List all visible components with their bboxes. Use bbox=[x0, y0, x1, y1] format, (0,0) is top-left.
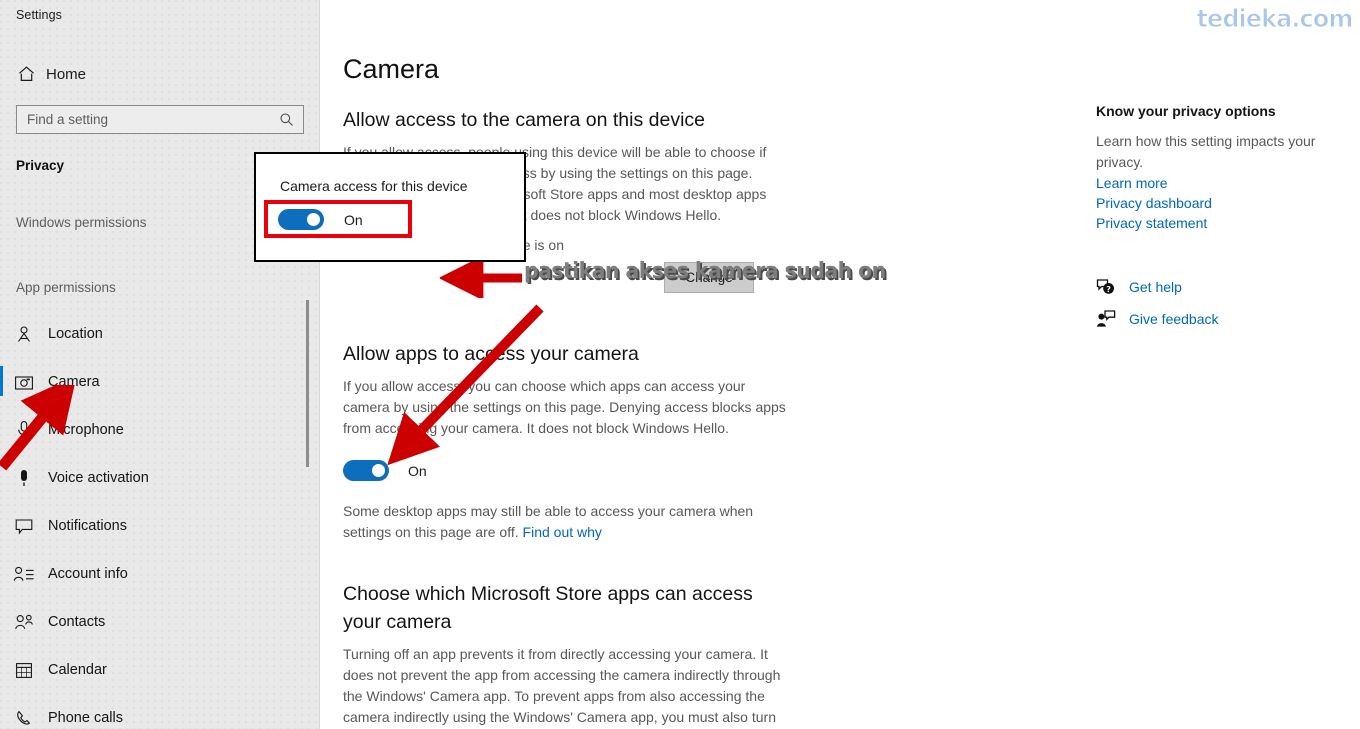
give-feedback-label: Give feedback bbox=[1129, 311, 1219, 327]
sidebar-item-voice-activation[interactable]: Voice activation bbox=[0, 454, 320, 502]
popup-label: Camera access for this device bbox=[280, 178, 468, 194]
sidebar-scrollbar[interactable] bbox=[306, 300, 309, 467]
sidebar-item-notifications[interactable]: Notifications bbox=[0, 502, 320, 550]
sidebar-item-microphone[interactable]: Microphone bbox=[0, 406, 320, 454]
calendar-icon bbox=[0, 661, 48, 679]
page-title: Camera bbox=[343, 54, 440, 84]
contacts-icon bbox=[0, 614, 48, 631]
sidebar-item-calendar[interactable]: Calendar bbox=[0, 646, 320, 694]
feedback-person-icon bbox=[1096, 310, 1129, 328]
sidebar: Settings Home Privacy Windows permission… bbox=[0, 0, 320, 729]
section-body-store-apps: Turning off an app prevents it from dire… bbox=[343, 646, 781, 725]
sidebar-home-label: Home bbox=[46, 65, 87, 83]
home-icon bbox=[10, 65, 42, 83]
sidebar-item-location[interactable]: Location bbox=[0, 310, 320, 358]
search-box[interactable] bbox=[16, 105, 304, 134]
sidebar-item-label: Notifications bbox=[48, 518, 127, 534]
sidebar-item-label: Location bbox=[48, 326, 103, 342]
section-heading-device-access: Allow access to the camera on this devic… bbox=[343, 109, 706, 131]
sidebar-item-label: Camera bbox=[48, 374, 100, 390]
camera-icon bbox=[0, 374, 48, 391]
toggle-knob bbox=[372, 464, 385, 477]
section-heading-apps-access: Allow apps to access your camera bbox=[343, 343, 639, 365]
privacy-statement-link[interactable]: Privacy statement bbox=[1096, 215, 1207, 231]
microphone-icon bbox=[0, 420, 48, 440]
device-camera-toggle[interactable] bbox=[278, 209, 324, 230]
svg-text:?: ? bbox=[1106, 285, 1111, 294]
sidebar-item-label: Phone calls bbox=[48, 710, 123, 726]
settings-window: Settings Home Privacy Windows permission… bbox=[0, 0, 1360, 729]
find-out-why-link[interactable]: Find out why bbox=[523, 524, 602, 540]
right-panel-description: Learn how this setting impacts your priv… bbox=[1096, 133, 1316, 170]
popup-toggle-highlight: On bbox=[264, 200, 412, 238]
sidebar-item-camera[interactable]: Camera bbox=[0, 358, 320, 406]
sidebar-item-phone-calls[interactable]: Phone calls bbox=[0, 694, 320, 729]
apps-camera-toggle-row[interactable]: On bbox=[343, 460, 427, 481]
sidebar-item-label: Account info bbox=[48, 566, 128, 582]
sidebar-item-contacts[interactable]: Contacts bbox=[0, 598, 320, 646]
camera-access-popup: Camera access for this device On bbox=[254, 152, 526, 262]
toggle-knob bbox=[307, 213, 320, 226]
phone-icon bbox=[0, 709, 48, 728]
selection-indicator bbox=[0, 366, 3, 396]
section-heading-store-apps: Choose which Microsoft Store apps can ac… bbox=[343, 583, 753, 633]
sidebar-item-label: Microphone bbox=[48, 422, 124, 438]
watermark: tedieka.com bbox=[1196, 4, 1354, 34]
right-panel-heading: Know your privacy options bbox=[1096, 103, 1276, 119]
annotation-callout-text: pastikan akses kamera sudah on bbox=[524, 259, 886, 284]
window-title: Settings bbox=[16, 8, 62, 22]
apps-camera-toggle-label: On bbox=[408, 462, 427, 479]
desktop-apps-note: Some desktop apps may still be able to a… bbox=[343, 501, 773, 543]
get-help-label: Get help bbox=[1129, 279, 1182, 295]
location-pin-icon bbox=[0, 325, 48, 344]
sidebar-group-app-permissions[interactable]: App permissions bbox=[16, 280, 116, 295]
sidebar-item-home[interactable]: Home bbox=[10, 60, 300, 88]
sidebar-item-label: Calendar bbox=[48, 662, 107, 678]
sidebar-item-label: Contacts bbox=[48, 614, 106, 630]
account-info-icon bbox=[0, 566, 48, 583]
search-input[interactable] bbox=[17, 106, 279, 133]
get-help-action[interactable]: ? Get help bbox=[1096, 278, 1182, 296]
search-icon bbox=[279, 112, 303, 127]
sidebar-item-account-info[interactable]: Account info bbox=[0, 550, 320, 598]
section-body-apps-access: If you allow access, you can choose whic… bbox=[343, 378, 786, 436]
help-bubble-icon: ? bbox=[1096, 278, 1129, 296]
apps-camera-toggle[interactable] bbox=[343, 460, 389, 481]
voice-activation-icon bbox=[0, 468, 48, 488]
sidebar-group-windows-permissions[interactable]: Windows permissions bbox=[16, 215, 147, 230]
notification-bubble-icon bbox=[0, 517, 48, 535]
give-feedback-action[interactable]: Give feedback bbox=[1096, 310, 1219, 328]
device-camera-toggle-label: On bbox=[344, 212, 363, 228]
privacy-dashboard-link[interactable]: Privacy dashboard bbox=[1096, 195, 1212, 211]
sidebar-item-label: Voice activation bbox=[48, 470, 149, 486]
learn-more-link[interactable]: Learn more bbox=[1096, 175, 1168, 191]
sidebar-section-privacy: Privacy bbox=[16, 158, 65, 173]
